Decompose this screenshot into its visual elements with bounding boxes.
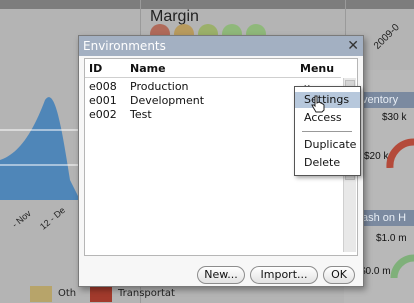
row-id: e008	[89, 80, 117, 93]
hand-cursor-icon	[311, 95, 325, 113]
row-name: Production	[130, 80, 189, 93]
menu-separator	[302, 131, 352, 132]
inventory-gauge-arc	[386, 138, 414, 168]
new-button[interactable]: New...	[197, 266, 245, 284]
legend-swatch	[30, 286, 52, 302]
cash-value: $1.0 m	[376, 233, 407, 244]
legend-label: Transportat	[118, 288, 175, 299]
cash-value: $0.0 m	[360, 266, 391, 277]
import-button[interactable]: Import...	[250, 266, 318, 284]
cash-gauge	[390, 254, 414, 278]
date-axis-label: 2009-0	[372, 21, 402, 52]
hand-cursor-shape	[311, 95, 325, 113]
column-header-id: ID	[89, 62, 103, 75]
cash-gauge-arc	[390, 254, 414, 278]
column-header-menu: Menu	[300, 62, 335, 75]
menu-item-delete[interactable]: Delete	[295, 155, 360, 171]
inventory-value: $30 k	[382, 112, 407, 123]
legend-label: Oth	[58, 288, 77, 299]
row-name: Test	[130, 108, 152, 121]
menu-item-settings[interactable]: Settings	[295, 92, 360, 108]
close-icon[interactable]: ✕	[347, 37, 359, 55]
column-header-name: Name	[130, 62, 166, 75]
row-id: e001	[89, 94, 117, 107]
dialog-title-bar[interactable]: Environments	[79, 36, 363, 56]
row-context-menu: Settings Access Duplicate Delete	[294, 86, 361, 176]
background-top-bar	[0, 0, 414, 9]
row-id: e002	[89, 108, 117, 121]
inventory-gauge	[386, 138, 414, 168]
legend-swatch	[90, 286, 112, 302]
menu-item-duplicate[interactable]: Duplicate	[295, 137, 360, 153]
inventory-panel-header: ventory	[356, 92, 414, 108]
area-chart	[0, 97, 80, 200]
dialog-title: Environments	[83, 39, 166, 53]
area-chart-fill	[0, 97, 80, 200]
x-axis-label: - Nov	[10, 208, 33, 230]
ok-button[interactable]: OK	[323, 266, 355, 284]
menu-item-access[interactable]: Access	[295, 110, 360, 126]
inventory-value: $20 k	[364, 151, 389, 162]
x-axis-label: 12 - De	[38, 205, 68, 232]
row-name: Development	[130, 94, 205, 107]
cash-panel-header: ash on H	[356, 210, 414, 226]
